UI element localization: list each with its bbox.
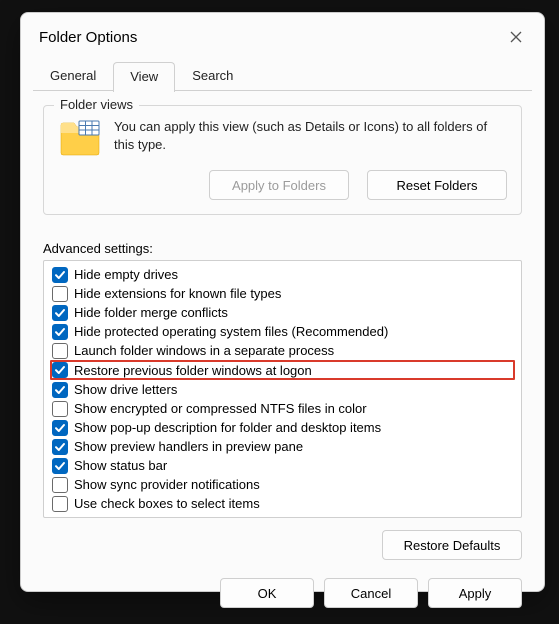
dialog-footer: OK Cancel Apply bbox=[21, 568, 544, 624]
checkbox[interactable] bbox=[52, 267, 68, 283]
list-item-label: Hide empty drives bbox=[74, 267, 178, 282]
window-title: Folder Options bbox=[39, 29, 137, 46]
checkbox[interactable] bbox=[52, 420, 68, 436]
ok-label: OK bbox=[258, 586, 277, 601]
ok-button[interactable]: OK bbox=[220, 578, 314, 608]
folder-views-description: You can apply this view (such as Details… bbox=[114, 118, 507, 153]
checkbox[interactable] bbox=[52, 401, 68, 417]
folder-views-legend: Folder views bbox=[54, 97, 139, 112]
cancel-label: Cancel bbox=[351, 586, 391, 601]
reset-folders-button[interactable]: Reset Folders bbox=[367, 170, 507, 200]
list-item[interactable]: Hide extensions for known file types bbox=[50, 284, 515, 303]
checkbox[interactable] bbox=[52, 477, 68, 493]
list-item-label: Hide extensions for known file types bbox=[74, 286, 281, 301]
list-item[interactable]: Show pop-up description for folder and d… bbox=[50, 418, 515, 437]
list-item-label: Show status bar bbox=[74, 458, 167, 473]
cancel-button[interactable]: Cancel bbox=[324, 578, 418, 608]
list-item-label: Show pop-up description for folder and d… bbox=[74, 420, 381, 435]
list-item[interactable]: Show sync provider notifications bbox=[50, 475, 515, 494]
checkbox[interactable] bbox=[52, 496, 68, 512]
list-item[interactable]: Launch folder windows in a separate proc… bbox=[50, 341, 515, 360]
tab-general[interactable]: General bbox=[33, 61, 113, 90]
checkbox[interactable] bbox=[52, 286, 68, 302]
list-item-label: Hide protected operating system files (R… bbox=[74, 324, 388, 339]
apply-to-folders-button[interactable]: Apply to Folders bbox=[209, 170, 349, 200]
list-item-label: Restore previous folder windows at logon bbox=[74, 363, 312, 378]
checkbox[interactable] bbox=[52, 305, 68, 321]
list-item[interactable]: Use check boxes to select items bbox=[50, 494, 515, 513]
list-item-label: Use check boxes to select items bbox=[74, 496, 260, 511]
titlebar: Folder Options bbox=[21, 13, 544, 57]
list-item-label: Show preview handlers in preview pane bbox=[74, 439, 303, 454]
folder-views-group: Folder views bbox=[43, 105, 522, 215]
apply-label: Apply bbox=[459, 586, 492, 601]
list-item[interactable]: Hide folder merge conflicts bbox=[50, 303, 515, 322]
list-item-label: Hide folder merge conflicts bbox=[74, 305, 228, 320]
folder-options-dialog: Folder Options General View Search Folde… bbox=[20, 12, 545, 592]
tab-view[interactable]: View bbox=[113, 62, 175, 92]
list-item-label: Show encrypted or compressed NTFS files … bbox=[74, 401, 367, 416]
close-icon bbox=[509, 30, 523, 44]
tab-bar: General View Search bbox=[33, 61, 532, 91]
tab-search[interactable]: Search bbox=[175, 61, 250, 90]
folder-views-icon bbox=[58, 118, 102, 158]
checkbox[interactable] bbox=[52, 324, 68, 340]
checkbox[interactable] bbox=[52, 458, 68, 474]
list-item[interactable]: Show drive letters bbox=[50, 380, 515, 399]
list-item[interactable]: Hide empty drives bbox=[50, 265, 515, 284]
list-item-label: Show drive letters bbox=[74, 382, 177, 397]
checkbox[interactable] bbox=[52, 362, 68, 378]
apply-to-folders-label: Apply to Folders bbox=[232, 178, 326, 193]
list-item-label: Show sync provider notifications bbox=[74, 477, 260, 492]
list-item[interactable]: Restore previous folder windows at logon bbox=[50, 360, 515, 380]
list-item[interactable]: Show encrypted or compressed NTFS files … bbox=[50, 399, 515, 418]
checkbox[interactable] bbox=[52, 382, 68, 398]
list-item-label: Launch folder windows in a separate proc… bbox=[74, 343, 334, 358]
list-item[interactable]: Show preview handlers in preview pane bbox=[50, 437, 515, 456]
list-item[interactable]: Show status bar bbox=[50, 456, 515, 475]
checkbox[interactable] bbox=[52, 439, 68, 455]
apply-button[interactable]: Apply bbox=[428, 578, 522, 608]
restore-defaults-button[interactable]: Restore Defaults bbox=[382, 530, 522, 560]
checkbox[interactable] bbox=[52, 343, 68, 359]
close-button[interactable] bbox=[502, 23, 530, 51]
reset-folders-label: Reset Folders bbox=[397, 178, 478, 193]
list-item[interactable]: Hide protected operating system files (R… bbox=[50, 322, 515, 341]
restore-defaults-label: Restore Defaults bbox=[404, 538, 501, 553]
advanced-settings-label: Advanced settings: bbox=[43, 241, 522, 256]
advanced-settings-list[interactable]: Hide empty drives Hide extensions for kno… bbox=[43, 260, 522, 518]
